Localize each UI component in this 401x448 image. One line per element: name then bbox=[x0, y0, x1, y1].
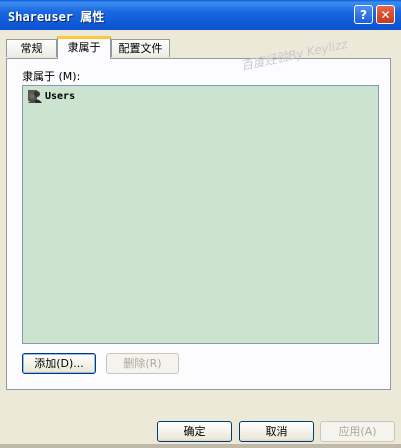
list-item-label: Users bbox=[45, 90, 76, 102]
help-button[interactable]: ? bbox=[354, 5, 373, 24]
title-bar: Shareuser 属性 ? ✕ bbox=[0, 0, 401, 30]
add-button[interactable]: 添加(D)... bbox=[22, 353, 96, 374]
remove-button[interactable]: 删除(R) bbox=[106, 353, 179, 374]
bottom-edge bbox=[0, 444, 401, 448]
tab-general[interactable]: 常规 bbox=[6, 39, 57, 57]
list-item[interactable]: Users bbox=[27, 88, 75, 104]
member-of-listbox[interactable]: Users bbox=[22, 85, 379, 344]
ok-button[interactable]: 确定 bbox=[157, 421, 232, 442]
close-button[interactable]: ✕ bbox=[376, 5, 395, 24]
tab-member-of[interactable]: 隶属于 bbox=[57, 36, 111, 59]
window-title: Shareuser 属性 bbox=[8, 10, 105, 24]
help-icon: ? bbox=[360, 7, 367, 22]
tab-profile[interactable]: 配置文件 bbox=[111, 39, 170, 57]
member-of-label: 隶属于 (M): bbox=[22, 70, 81, 83]
close-icon: ✕ bbox=[380, 7, 391, 22]
users-group-icon bbox=[28, 90, 42, 103]
cancel-button[interactable]: 取消 bbox=[239, 421, 314, 442]
apply-button[interactable]: 应用(A) bbox=[320, 421, 395, 442]
